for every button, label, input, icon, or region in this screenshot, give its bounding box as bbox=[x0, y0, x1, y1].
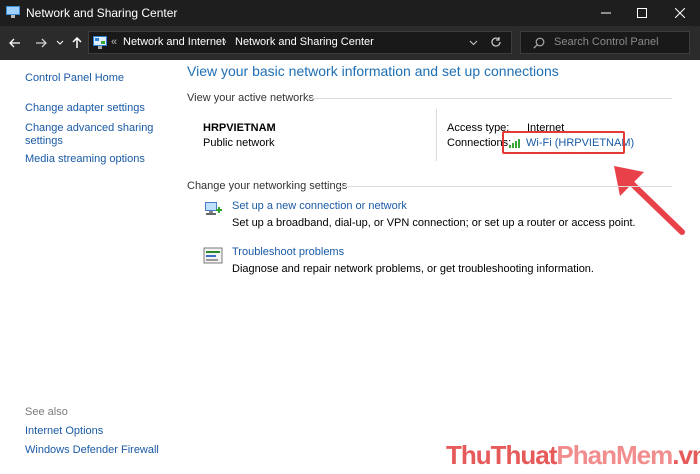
sidebar-link-change-advanced-sharing-cont[interactable]: settings bbox=[25, 135, 63, 147]
breadcrumb-separator-icon: › bbox=[223, 36, 227, 48]
address-box[interactable]: « Network and Internet › Network and Sha… bbox=[88, 31, 512, 54]
troubleshoot-link[interactable]: Troubleshoot problems bbox=[232, 246, 344, 258]
breadcrumb-network-sharing-center[interactable]: Network and Sharing Center bbox=[235, 36, 374, 48]
page-title: View your basic network information and … bbox=[187, 63, 559, 79]
breadcrumb-overflow[interactable]: « bbox=[111, 36, 117, 48]
setup-connection-description: Set up a broadband, dial-up, or VPN conn… bbox=[232, 217, 636, 229]
see-also-label: See also bbox=[25, 406, 68, 418]
minimize-button[interactable] bbox=[588, 0, 624, 26]
refresh-icon bbox=[491, 37, 501, 47]
address-bar: « Network and Internet › Network and Sha… bbox=[0, 26, 700, 60]
close-button[interactable] bbox=[662, 0, 698, 26]
maximize-button[interactable] bbox=[624, 0, 660, 26]
chevron-down-icon bbox=[56, 40, 64, 45]
divider bbox=[306, 98, 672, 99]
address-dropdown-button[interactable] bbox=[469, 38, 478, 50]
active-networks-label: View your active networks bbox=[187, 92, 314, 104]
window-title: Network and Sharing Center bbox=[26, 6, 178, 20]
annotation-arrow-icon bbox=[614, 166, 685, 235]
troubleshoot-icon bbox=[203, 247, 223, 264]
close-icon bbox=[675, 8, 685, 18]
see-also-defender-firewall[interactable]: Windows Defender Firewall bbox=[25, 444, 159, 456]
highlight-box bbox=[502, 131, 625, 154]
access-type-label: Access type: bbox=[447, 122, 510, 134]
maximize-icon bbox=[637, 8, 647, 18]
control-panel-icon bbox=[93, 36, 107, 49]
see-also-internet-options[interactable]: Internet Options bbox=[25, 425, 103, 437]
search-input[interactable]: Search Control Panel bbox=[520, 31, 690, 54]
up-arrow-icon bbox=[72, 37, 82, 48]
divider-vertical bbox=[436, 109, 437, 161]
back-arrow-icon bbox=[9, 38, 20, 48]
sidebar-link-media-streaming[interactable]: Media streaming options bbox=[25, 153, 145, 165]
change-settings-label: Change your networking settings bbox=[187, 180, 348, 192]
sidebar-link-control-panel-home[interactable]: Control Panel Home bbox=[25, 72, 124, 84]
recent-locations-button[interactable] bbox=[54, 34, 66, 52]
sidebar-link-change-adapter-settings[interactable]: Change adapter settings bbox=[25, 102, 145, 114]
watermark-part-2: PhanMem bbox=[556, 440, 673, 470]
watermark-part-1: ThuThuat bbox=[446, 440, 557, 470]
sidebar-link-change-advanced-sharing[interactable]: Change advanced sharing bbox=[25, 122, 153, 134]
network-center-icon bbox=[6, 6, 20, 18]
watermark-logo: ThuThuatPhanMem.vn bbox=[446, 440, 700, 471]
forward-arrow-icon bbox=[36, 38, 47, 48]
breadcrumb-network-internet[interactable]: Network and Internet bbox=[123, 36, 225, 48]
forward-button[interactable] bbox=[32, 34, 50, 52]
network-name: HRPVIETNAM bbox=[203, 122, 276, 134]
divider bbox=[337, 186, 672, 187]
back-button[interactable] bbox=[6, 34, 24, 52]
refresh-button[interactable] bbox=[490, 36, 502, 51]
search-placeholder: Search Control Panel bbox=[554, 36, 659, 48]
troubleshoot-description: Diagnose and repair network problems, or… bbox=[232, 263, 594, 275]
chevron-down-icon bbox=[469, 40, 478, 46]
title-bar: Network and Sharing Center bbox=[0, 0, 700, 26]
new-connection-icon bbox=[205, 202, 222, 215]
up-button[interactable] bbox=[68, 34, 86, 52]
network-type[interactable]: Public network bbox=[203, 137, 275, 149]
minimize-icon bbox=[601, 12, 611, 14]
setup-connection-link[interactable]: Set up a new connection or network bbox=[232, 200, 407, 212]
watermark-part-3: .vn bbox=[672, 440, 700, 470]
search-icon bbox=[533, 37, 545, 49]
